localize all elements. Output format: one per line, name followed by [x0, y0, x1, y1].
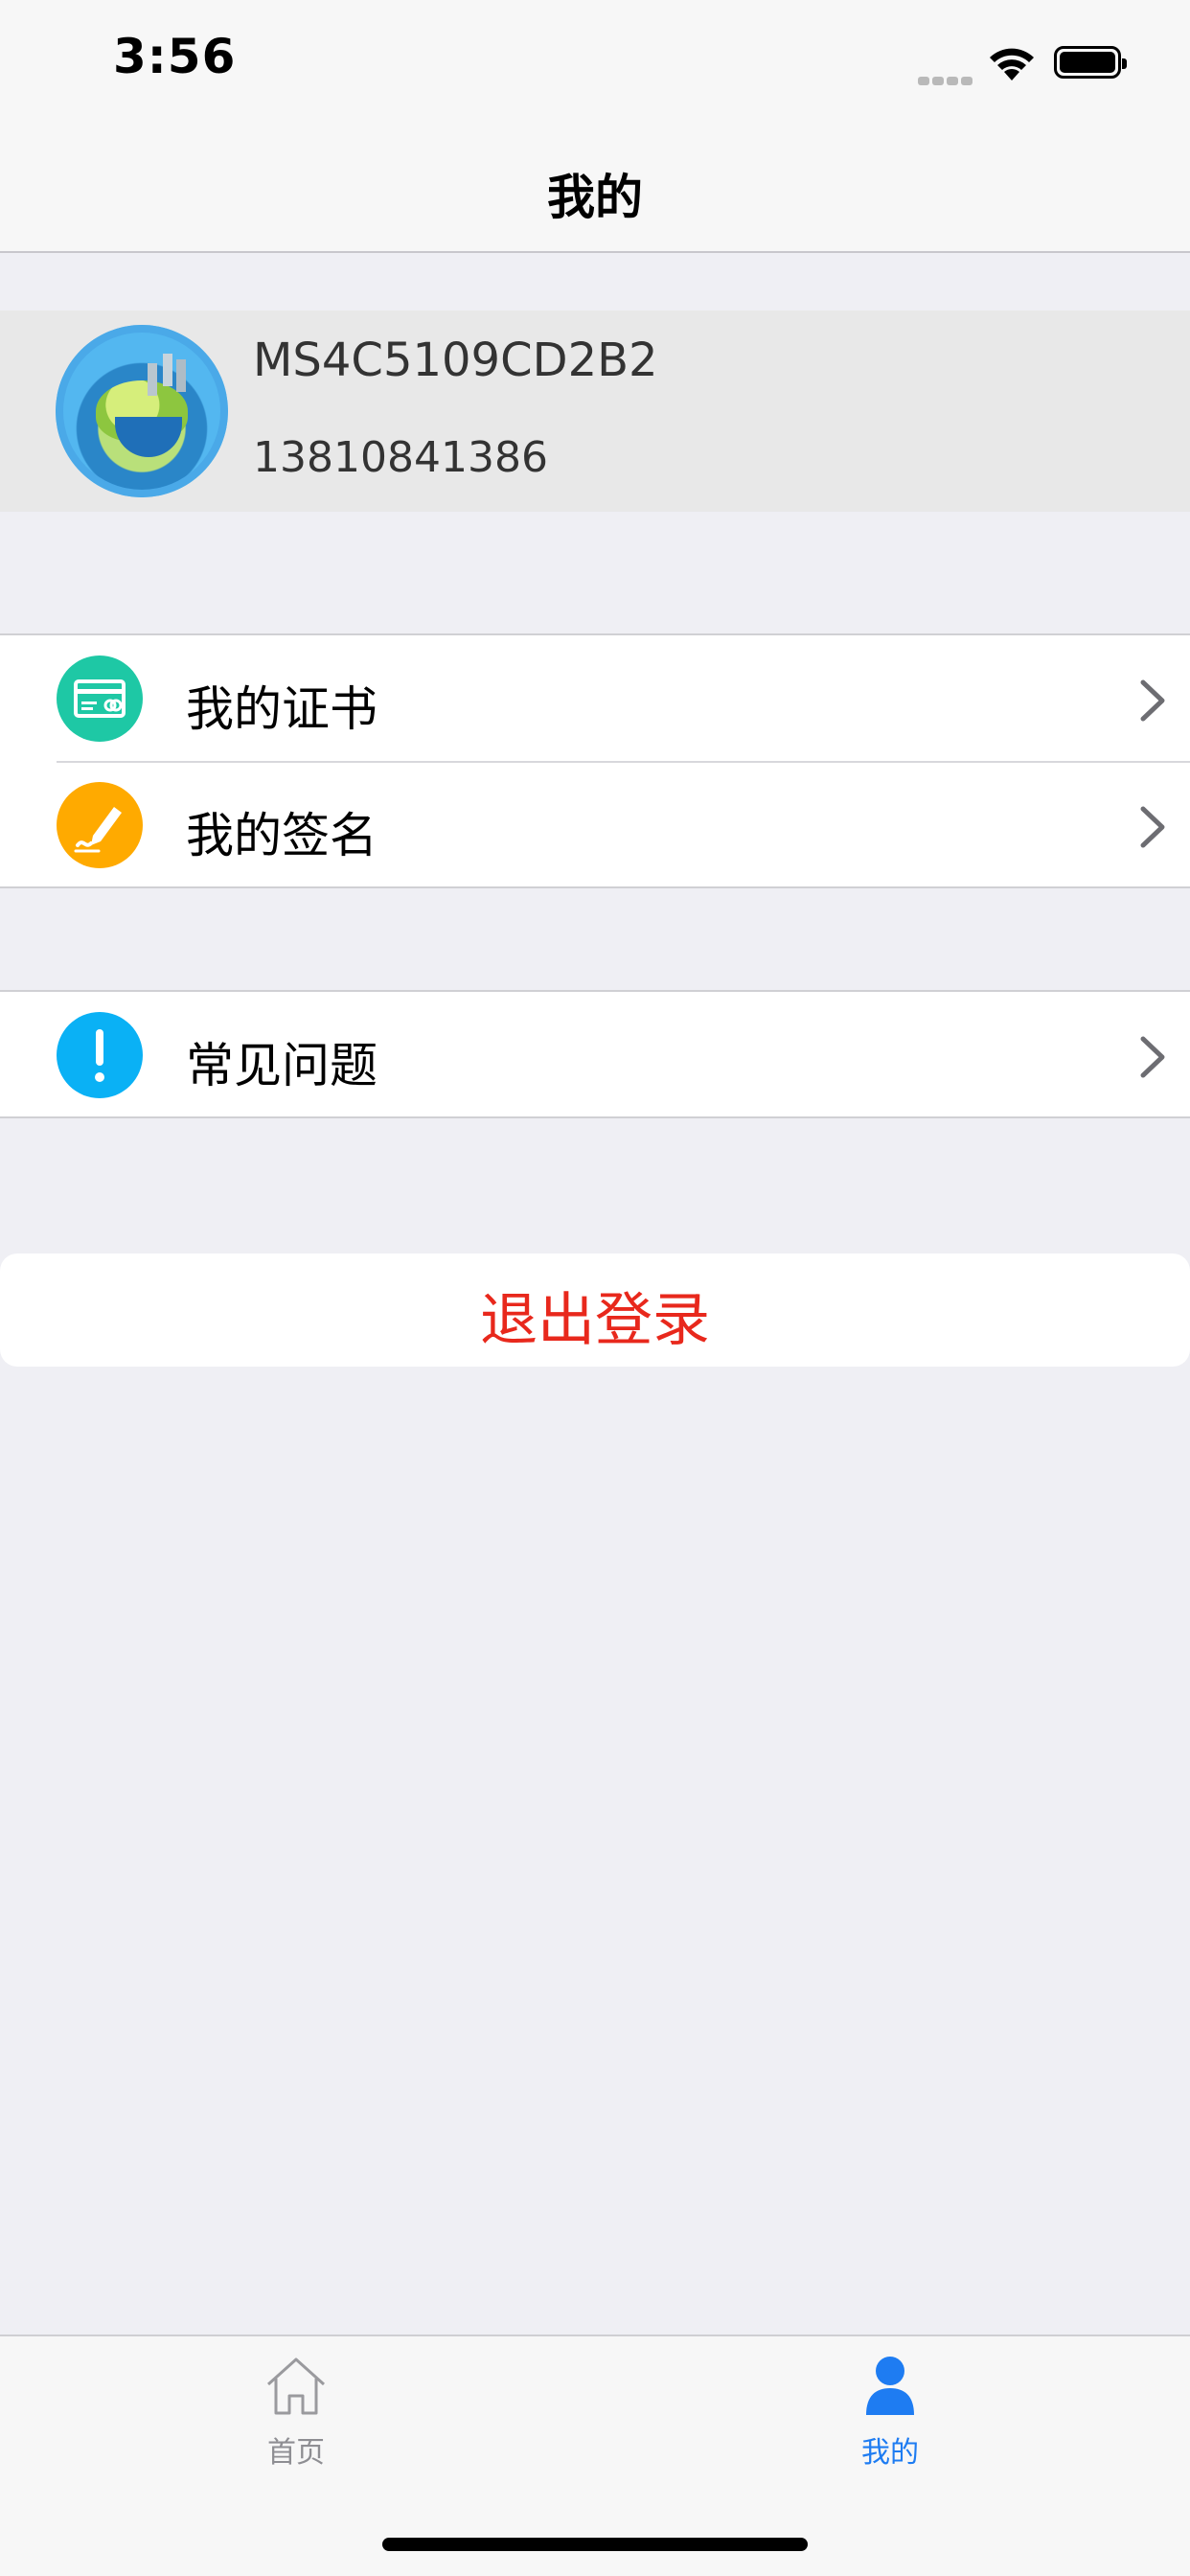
cellular-signal-icon: [918, 71, 975, 89]
wifi-icon: [985, 44, 1039, 86]
exclamation-icon: [57, 1012, 143, 1098]
menu-item-label: 我的签名: [186, 808, 378, 863]
person-icon: [866, 2357, 914, 2415]
page-title: 我的: [547, 170, 643, 225]
home-icon: [266, 2358, 326, 2415]
chevron-right-icon: [1138, 805, 1167, 853]
battery-icon: [1054, 46, 1127, 79]
chevron-right-icon: [1138, 1035, 1167, 1083]
menu-group-help: 常见问题: [0, 990, 1190, 1118]
status-time: 3:56: [113, 29, 237, 84]
tab-mine[interactable]: 我的: [746, 2354, 1034, 2471]
certificate-icon: [57, 656, 143, 742]
logout-label[interactable]: 退出登录: [0, 1274, 1190, 1357]
avatar: [56, 325, 228, 497]
home-indicator: [382, 2538, 808, 2551]
menu-item-label: 常见问题: [186, 1038, 378, 1093]
menu-item-my-signature[interactable]: 我的签名: [0, 763, 1190, 887]
tab-label: 我的: [861, 2436, 919, 2470]
menu-group-account: 我的证书 我的签名: [0, 633, 1190, 888]
user-id: MS4C5109CD2B2: [253, 334, 658, 387]
user-phone: 13810841386: [253, 433, 548, 482]
tab-label: 首页: [267, 2436, 325, 2470]
menu-item-faq[interactable]: 常见问题: [0, 993, 1190, 1117]
menu-item-label: 我的证书: [186, 681, 378, 737]
chevron-right-icon: [1138, 678, 1167, 726]
tab-home[interactable]: 首页: [152, 2354, 440, 2471]
menu-item-my-certificate[interactable]: 我的证书: [0, 636, 1190, 761]
signature-pen-icon: [57, 782, 143, 868]
